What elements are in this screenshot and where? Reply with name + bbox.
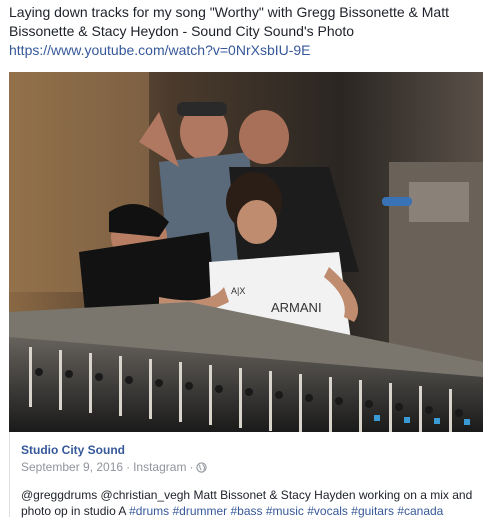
hashtag-bass[interactable]: #bass: [231, 504, 263, 518]
post-title: Laying down tracks for my song "Worthy" …: [9, 4, 449, 39]
attachment-caption: @greggdrums @christian_vegh Matt Bissone…: [21, 487, 481, 519]
shirt-text: ARMANI: [271, 300, 322, 315]
hashtag-canada[interactable]: #canada: [397, 504, 443, 518]
post-date[interactable]: September 9, 2016: [21, 460, 123, 475]
shirt-initials: A|X: [231, 286, 245, 296]
globe-icon: [196, 462, 208, 473]
platform-label: Instagram: [133, 460, 187, 474]
hashtag-guitars[interactable]: #guitars: [351, 504, 394, 518]
hashtag-drums[interactable]: #drums: [129, 504, 169, 518]
post-meta: September 9, 2016 · Instagram ·: [21, 460, 483, 475]
attachment-info: Studio City Sound September 9, 2016 · In…: [9, 432, 483, 519]
meta-separator-2: ·: [189, 460, 194, 474]
meta-separator: ·: [126, 460, 131, 474]
youtube-link[interactable]: https://www.youtube.com/watch?v=0NrXsbIU…: [9, 41, 479, 60]
hashtag-music[interactable]: #music: [266, 504, 304, 518]
source-name-link[interactable]: Studio City Sound: [21, 443, 483, 457]
hashtag-vocals[interactable]: #vocals: [307, 504, 348, 518]
studio-photo: ARMANI A|X: [9, 72, 483, 432]
post-photo[interactable]: ARMANI A|X: [9, 72, 483, 432]
hashtag-drummer[interactable]: #drummer: [172, 504, 227, 518]
post-text: Laying down tracks for my song "Worthy" …: [9, 3, 479, 60]
